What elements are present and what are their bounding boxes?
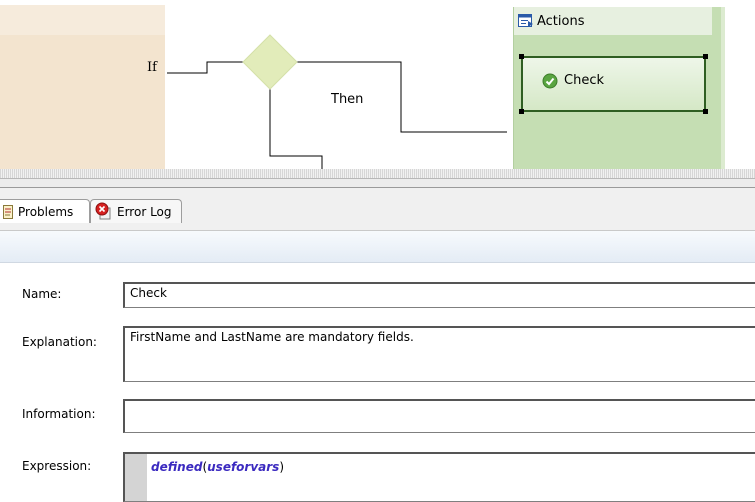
expression-argument: useforvars [207,460,280,474]
name-label: Name: [22,287,62,301]
check-icon [542,73,558,92]
view-tab-bar: Problems Error Log [0,188,755,231]
canvas-horizontal-scrollbar[interactable] [0,169,755,178]
name-field-value: Check [130,286,167,300]
expression-close-paren: ) [279,460,285,474]
expression-editor[interactable]: defined(useforvars) [123,452,755,502]
actions-panel-edge [721,7,725,178]
condition-diamond [242,34,298,90]
problems-icon [3,204,13,226]
properties-header-band [0,231,755,263]
panel-splitter[interactable] [0,178,755,188]
expression-label: Expression: [22,459,92,473]
if-label: If [147,60,157,75]
explanation-field-value: FirstName and LastName are mandatory fie… [130,330,414,344]
information-field[interactable] [123,399,755,433]
expression-text: defined(useforvars) [151,460,284,474]
actions-panel[interactable]: Actions Check [513,7,725,178]
action-check[interactable]: Check [519,54,708,114]
resize-handle-ne[interactable] [703,54,708,59]
expression-function: defined [151,460,203,474]
explanation-label: Explanation: [22,335,97,349]
actions-icon [518,14,534,31]
tab-error-log[interactable]: Error Log [90,199,182,223]
actions-title: Actions [537,14,585,29]
tab-problems[interactable]: Problems [0,199,90,223]
if-connector [167,61,243,74]
diagram-canvas[interactable]: If Then Actions Check [0,0,755,178]
expression-editor-gutter [125,454,147,501]
resize-handle-sw[interactable] [519,109,524,114]
name-field[interactable]: Check [123,282,755,308]
resize-handle-nw[interactable] [519,54,524,59]
tab-error-log-label: Error Log [117,205,172,219]
actions-header: Actions [514,7,716,35]
information-label: Information: [22,407,96,421]
tab-problems-label: Problems [18,205,74,219]
then-connector [297,61,507,133]
explanation-field[interactable]: FirstName and LastName are mandatory fie… [123,326,755,382]
else-connector [269,88,323,170]
resize-handle-se[interactable] [703,109,708,114]
then-label: Then [331,92,364,107]
error-log-icon [95,202,113,227]
action-check-label: Check [564,73,604,88]
